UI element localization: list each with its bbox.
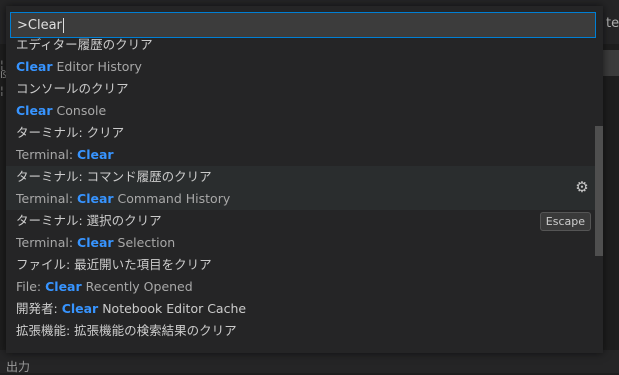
command-palette-input-value: >Clear — [17, 17, 62, 33]
background-bottom-text: 出力 — [6, 360, 31, 374]
command-description: File: Clear Recently Opened — [16, 279, 193, 294]
command-label: ターミナル: クリア — [16, 125, 125, 140]
background-editor-text: te — [606, 16, 619, 31]
command-description: Terminal: Clear — [16, 147, 114, 162]
command-description: Clear Editor History — [16, 59, 142, 74]
command-item-developer-clear-notebook-editor-cache[interactable]: 開発者: Clear Notebook Editor Cache — [6, 298, 595, 320]
match-highlight: Clear — [45, 279, 82, 294]
command-list: エディター履歴のクリア Clear Editor History コンソールのク… — [6, 37, 595, 342]
command-description: Terminal: Clear Command History — [16, 191, 231, 206]
match-highlight: Clear — [16, 103, 53, 118]
gear-icon[interactable]: ⚙ — [573, 178, 591, 196]
match-highlight: Clear — [77, 191, 114, 206]
command-item-terminal-clear-selection[interactable]: ターミナル: 選択のクリア Terminal: Clear Selection … — [6, 210, 595, 254]
command-description: Clear Console — [16, 103, 107, 118]
command-label: ファイル: 最近開いた項目をクリア — [16, 257, 212, 272]
command-label: ターミナル: 選択のクリア — [16, 213, 162, 228]
command-label: エディター履歴のクリア — [16, 37, 153, 52]
match-highlight: Clear — [16, 59, 53, 74]
command-item-extensions-clear-search-results[interactable]: 拡張機能: 拡張機能の検索結果のクリア — [6, 320, 595, 342]
command-label: コンソールのクリア — [16, 81, 129, 96]
match-highlight: Clear — [77, 235, 114, 250]
command-item-file-clear-recently-opened[interactable]: ファイル: 最近開いた項目をクリア File: Clear Recently O… — [6, 254, 595, 298]
list-scrollbar[interactable] — [595, 126, 603, 256]
command-palette: >Clear エディター履歴のクリア Clear Editor History … — [6, 6, 603, 353]
text-caret — [62, 17, 64, 33]
command-description: Terminal: Clear Selection — [16, 235, 176, 250]
command-item-clear-editor-history[interactable]: エディター履歴のクリア Clear Editor History — [6, 34, 595, 78]
command-item-terminal-clear[interactable]: ターミナル: クリア Terminal: Clear — [6, 122, 595, 166]
match-highlight: Clear — [61, 301, 99, 316]
command-item-terminal-clear-command-history[interactable]: ターミナル: コマンド履歴のクリア Terminal: Clear Comman… — [6, 166, 595, 210]
keybinding-badge: Escape — [539, 212, 591, 231]
command-label: 開発者: Clear Notebook Editor Cache — [16, 301, 247, 316]
command-label: 拡張機能: 拡張機能の検索結果のクリア — [16, 323, 237, 338]
background-bottom-panel — [0, 350, 619, 373]
background-glyph: ¦ — [0, 84, 4, 97]
background-panel-band — [603, 50, 619, 76]
command-item-clear-console[interactable]: コンソールのクリア Clear Console — [6, 78, 595, 122]
command-label: ターミナル: コマンド履歴のクリア — [16, 169, 212, 184]
match-highlight: Clear — [77, 147, 114, 162]
